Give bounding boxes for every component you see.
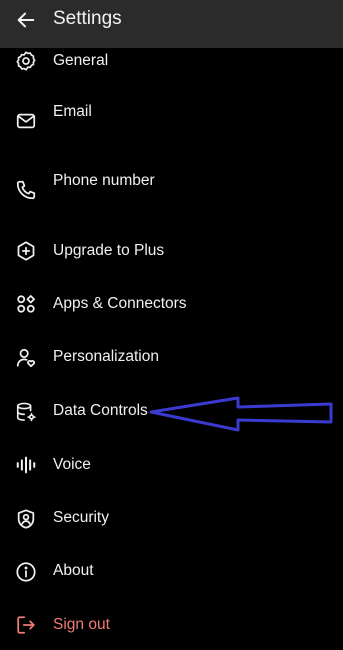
page-title: Settings (53, 8, 122, 29)
person-heart-icon (14, 346, 38, 370)
menu-item-label: Phone number (53, 172, 155, 189)
menu-item-label: Voice (53, 456, 91, 473)
menu-item-label: General (53, 52, 109, 69)
waveform-icon (14, 453, 38, 477)
back-button[interactable] (10, 6, 42, 34)
database-gear-icon (14, 400, 38, 424)
plus-badge-icon (14, 239, 38, 263)
menu-item-data-controls[interactable]: Data Controls (0, 391, 343, 431)
mail-icon (14, 109, 38, 133)
menu-item-general[interactable]: General (0, 41, 343, 81)
menu-item-security[interactable]: Security (0, 498, 343, 538)
apps-icon (14, 292, 38, 316)
sign-out-icon (14, 613, 38, 637)
menu-item-upgrade-to-plus[interactable]: Upgrade to Plus (0, 231, 343, 271)
menu-item-label: Personalization (53, 348, 159, 365)
menu-item-label: Security (53, 509, 109, 526)
menu-item-label: Data Controls (53, 402, 148, 419)
phone-icon (14, 178, 38, 202)
menu-item-label: Upgrade to Plus (53, 242, 165, 259)
menu-item-label: Email (53, 103, 92, 120)
menu-item-sign-out[interactable]: Sign out (0, 605, 343, 645)
info-icon (14, 560, 38, 584)
menu-item-apps-connectors[interactable]: Apps & Connectors (0, 284, 343, 324)
menu-item-label: Apps & Connectors (53, 295, 187, 312)
menu-item-about[interactable]: About (0, 551, 343, 591)
menu-item-voice[interactable]: Voice (0, 445, 343, 485)
menu-item-label: Sign out (53, 616, 110, 633)
menu-item-phone-number[interactable]: Phone number (0, 166, 343, 206)
menu-item-label: About (53, 562, 94, 579)
menu-item-personalization[interactable]: Personalization (0, 337, 343, 377)
shield-user-icon (14, 507, 38, 531)
menu-item-email[interactable]: Email (0, 96, 343, 136)
gear-icon (14, 49, 38, 73)
arrow-left-icon (15, 9, 37, 31)
